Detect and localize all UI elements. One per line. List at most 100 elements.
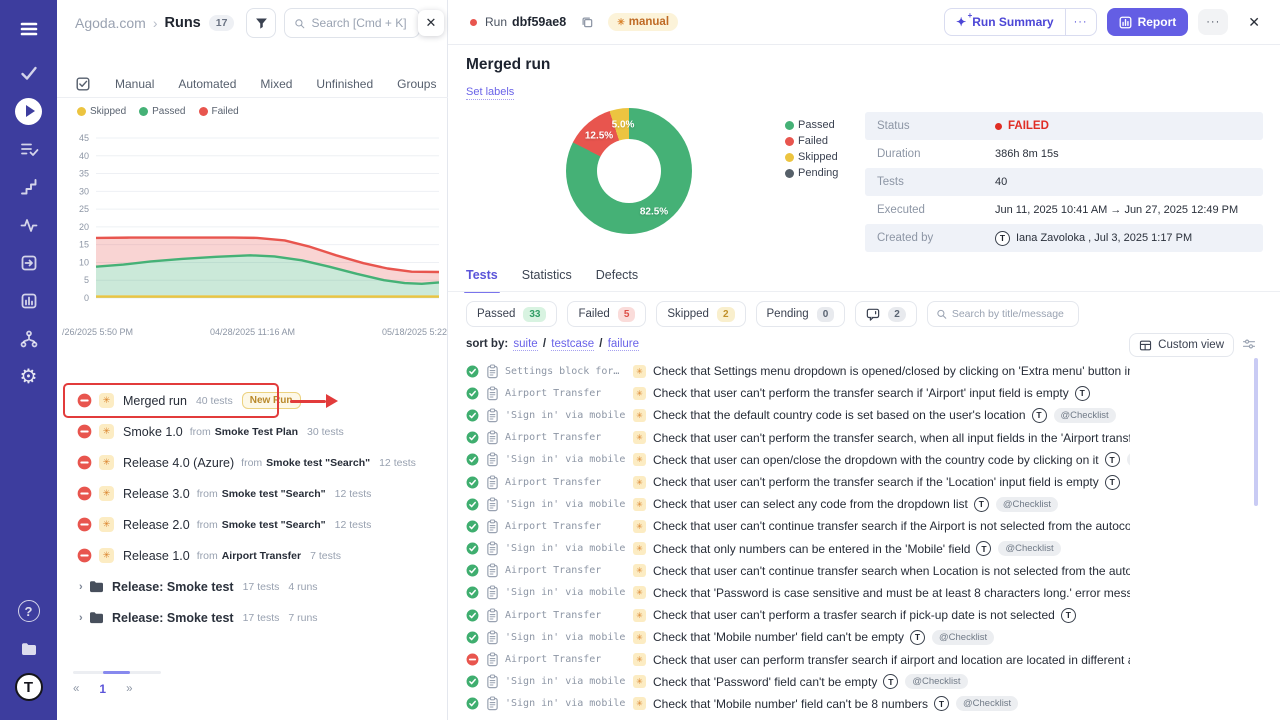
help-icon[interactable]: ?	[10, 592, 48, 630]
reports-icon[interactable]	[10, 282, 48, 320]
test-title: Check that user can open/close the dropd…	[653, 453, 1099, 467]
run-tests-count: 12 tests	[335, 519, 372, 531]
pagination-next[interactable]: »	[126, 683, 132, 695]
pagination-prev[interactable]: «	[73, 683, 79, 695]
failed-status-icon	[77, 486, 92, 501]
run-folder-item[interactable]: ›Release: Smoke test17 tests7 runs	[57, 602, 448, 633]
run-detail-header: Run dbf59ae8 ✳manual ✦Run Summary ··· Re…	[448, 0, 1280, 45]
chevron-right-icon[interactable]: ›	[79, 581, 89, 593]
inbox-icon[interactable]	[10, 244, 48, 282]
filter-chip-failed[interactable]: Failed5	[567, 301, 646, 327]
pagination-current-page[interactable]: 1	[99, 682, 106, 696]
run-list-item[interactable]: ✳Release 2.0fromSmoke test "Search"12 te…	[57, 509, 448, 540]
runs-tab-mixed[interactable]: Mixed	[260, 77, 292, 91]
set-labels-link[interactable]: Set labels	[466, 86, 514, 100]
sort-option-failure[interactable]: failure	[608, 338, 639, 351]
view-settings-icon[interactable]	[1242, 337, 1256, 351]
run-summary-more-button[interactable]: ···	[1065, 9, 1096, 35]
run-plan-name: Airport Transfer	[222, 550, 301, 562]
tests-search[interactable]	[927, 301, 1079, 327]
custom-view-button[interactable]: Custom view	[1129, 333, 1234, 357]
tab-tests[interactable]: Tests	[466, 268, 498, 292]
svg-text:15: 15	[79, 240, 89, 250]
test-title: Check that the default country code is s…	[653, 408, 1026, 422]
menu-icon[interactable]	[10, 10, 48, 48]
close-run-detail-button[interactable]: ✕	[1244, 10, 1264, 35]
test-row[interactable]: 'Sign in' via mobile✳Check that user can…	[466, 449, 1130, 471]
run-summary-button[interactable]: ✦Run Summary	[945, 9, 1064, 35]
panel-close-button[interactable]: ✕	[418, 10, 444, 36]
user-avatar[interactable]: T	[10, 668, 48, 706]
test-suite-name: Airport Transfer	[505, 388, 631, 399]
filter-chip-skipped[interactable]: Skipped2	[656, 301, 745, 327]
run-tests-count: 7 tests	[310, 550, 341, 562]
test-row[interactable]: Airport Transfer✳Check that user can't c…	[466, 515, 1130, 537]
run-list-item[interactable]: ✳Release 4.0 (Azure)fromSmoke test "Sear…	[57, 447, 448, 478]
run-list-item[interactable]: ✳Merged run40 testsNew Run	[57, 385, 448, 416]
test-row[interactable]: Airport Transfer✳Check that user can per…	[466, 648, 1130, 670]
select-runs-icon[interactable]	[75, 76, 91, 92]
runs-search-input[interactable]	[312, 16, 410, 30]
svg-text:25: 25	[79, 204, 89, 214]
test-row[interactable]: 'Sign in' via mobile✳Check that 'Mobile …	[466, 693, 1130, 715]
breadcrumb-project[interactable]: Agoda.com	[75, 15, 146, 31]
activity-icon[interactable]	[10, 206, 48, 244]
chevron-right-icon[interactable]: ›	[79, 612, 89, 624]
vertical-scrollbar-thumb[interactable]	[1254, 358, 1258, 506]
run-list-item[interactable]: ✳Release 1.0fromAirport Transfer7 tests	[57, 540, 448, 571]
test-row[interactable]: 'Sign in' via mobile✳Check that 'Passwor…	[466, 671, 1130, 693]
failed-status-icon	[77, 455, 92, 470]
sort-option-testcase[interactable]: testcase	[551, 338, 594, 351]
passed-status-icon	[466, 387, 479, 400]
testcase-icon	[486, 452, 499, 467]
test-row[interactable]: Airport Transfer✳Check that user can't p…	[466, 471, 1130, 493]
passed-status-icon	[466, 564, 479, 577]
comment-icon	[866, 308, 880, 321]
report-button[interactable]: Report	[1107, 8, 1189, 36]
milestones-icon[interactable]	[10, 168, 48, 206]
testcase-icon	[486, 497, 499, 512]
test-row[interactable]: Airport Transfer✳Check that user can't p…	[466, 382, 1130, 404]
runs-search[interactable]	[284, 8, 420, 38]
detail-value-text: Jun 11, 2025 10:41 AM → Jun 27, 2025 12:…	[995, 204, 1238, 216]
test-row[interactable]: 'Sign in' via mobile✳Check that the defa…	[466, 404, 1130, 426]
sort-option-suite[interactable]: suite	[513, 338, 537, 351]
test-suite-name: 'Sign in' via mobile	[505, 499, 631, 510]
runs-tab-unfinished[interactable]: Unfinished	[316, 77, 373, 91]
detail-row-created-by: Created byTIana Zavoloka , Jul 3, 2025 1…	[865, 224, 1263, 252]
run-list-item[interactable]: ✳Release 3.0fromSmoke test "Search"12 te…	[57, 478, 448, 509]
breadcrumb-separator: ›	[153, 15, 158, 31]
filter-chip-pending[interactable]: Pending0	[756, 301, 846, 327]
run-folder-item[interactable]: ›Release: Smoke test17 tests4 runs	[57, 571, 448, 602]
filter-chip-passed[interactable]: Passed33	[466, 301, 557, 327]
horizontal-scrollbar[interactable]	[73, 671, 161, 674]
manual-icon: ✳	[99, 486, 114, 501]
test-row[interactable]: 'Sign in' via mobile✳Check that user can…	[466, 493, 1130, 515]
test-row[interactable]: Settings block for…✳Check that Settings …	[466, 360, 1130, 382]
runs-tab-groups[interactable]: Groups	[397, 77, 436, 91]
test-row[interactable]: Airport Transfer✳Check that user can't p…	[466, 427, 1130, 449]
checklists-icon[interactable]	[10, 130, 48, 168]
filter-chip-comments[interactable]: 2	[855, 301, 917, 327]
tab-defects[interactable]: Defects	[596, 268, 638, 292]
run-list-item[interactable]: ✳Smoke 1.0fromSmoke Test Plan30 tests	[57, 416, 448, 447]
horizontal-scrollbar-thumb[interactable]	[103, 671, 130, 674]
test-row[interactable]: 'Sign in' via mobile✳Check that 'Mobile …	[466, 626, 1130, 648]
copy-run-id-button[interactable]	[580, 15, 594, 29]
integrations-icon[interactable]	[10, 320, 48, 358]
tab-statistics[interactable]: Statistics	[522, 268, 572, 292]
runs-tab-automated[interactable]: Automated	[178, 77, 236, 91]
tests-search-input[interactable]	[952, 308, 1070, 320]
test-row[interactable]: 'Sign in' via mobile✳Check that 'Passwor…	[466, 582, 1130, 604]
settings-icon[interactable]: ⚙	[10, 358, 48, 396]
filter-button[interactable]	[246, 8, 276, 38]
test-row[interactable]: Airport Transfer✳Check that user can't p…	[466, 604, 1130, 626]
test-runs-icon[interactable]	[10, 92, 48, 130]
projects-icon[interactable]	[10, 630, 48, 668]
test-row[interactable]: 'Sign in' via mobile✳Check that only num…	[466, 538, 1130, 560]
runs-tab-manual[interactable]: Manual	[115, 77, 154, 91]
more-actions-button[interactable]: ···	[1198, 9, 1228, 35]
test-suite-name: Airport Transfer	[505, 610, 631, 621]
test-cases-icon[interactable]	[10, 54, 48, 92]
test-row[interactable]: Airport Transfer✳Check that user can't c…	[466, 560, 1130, 582]
